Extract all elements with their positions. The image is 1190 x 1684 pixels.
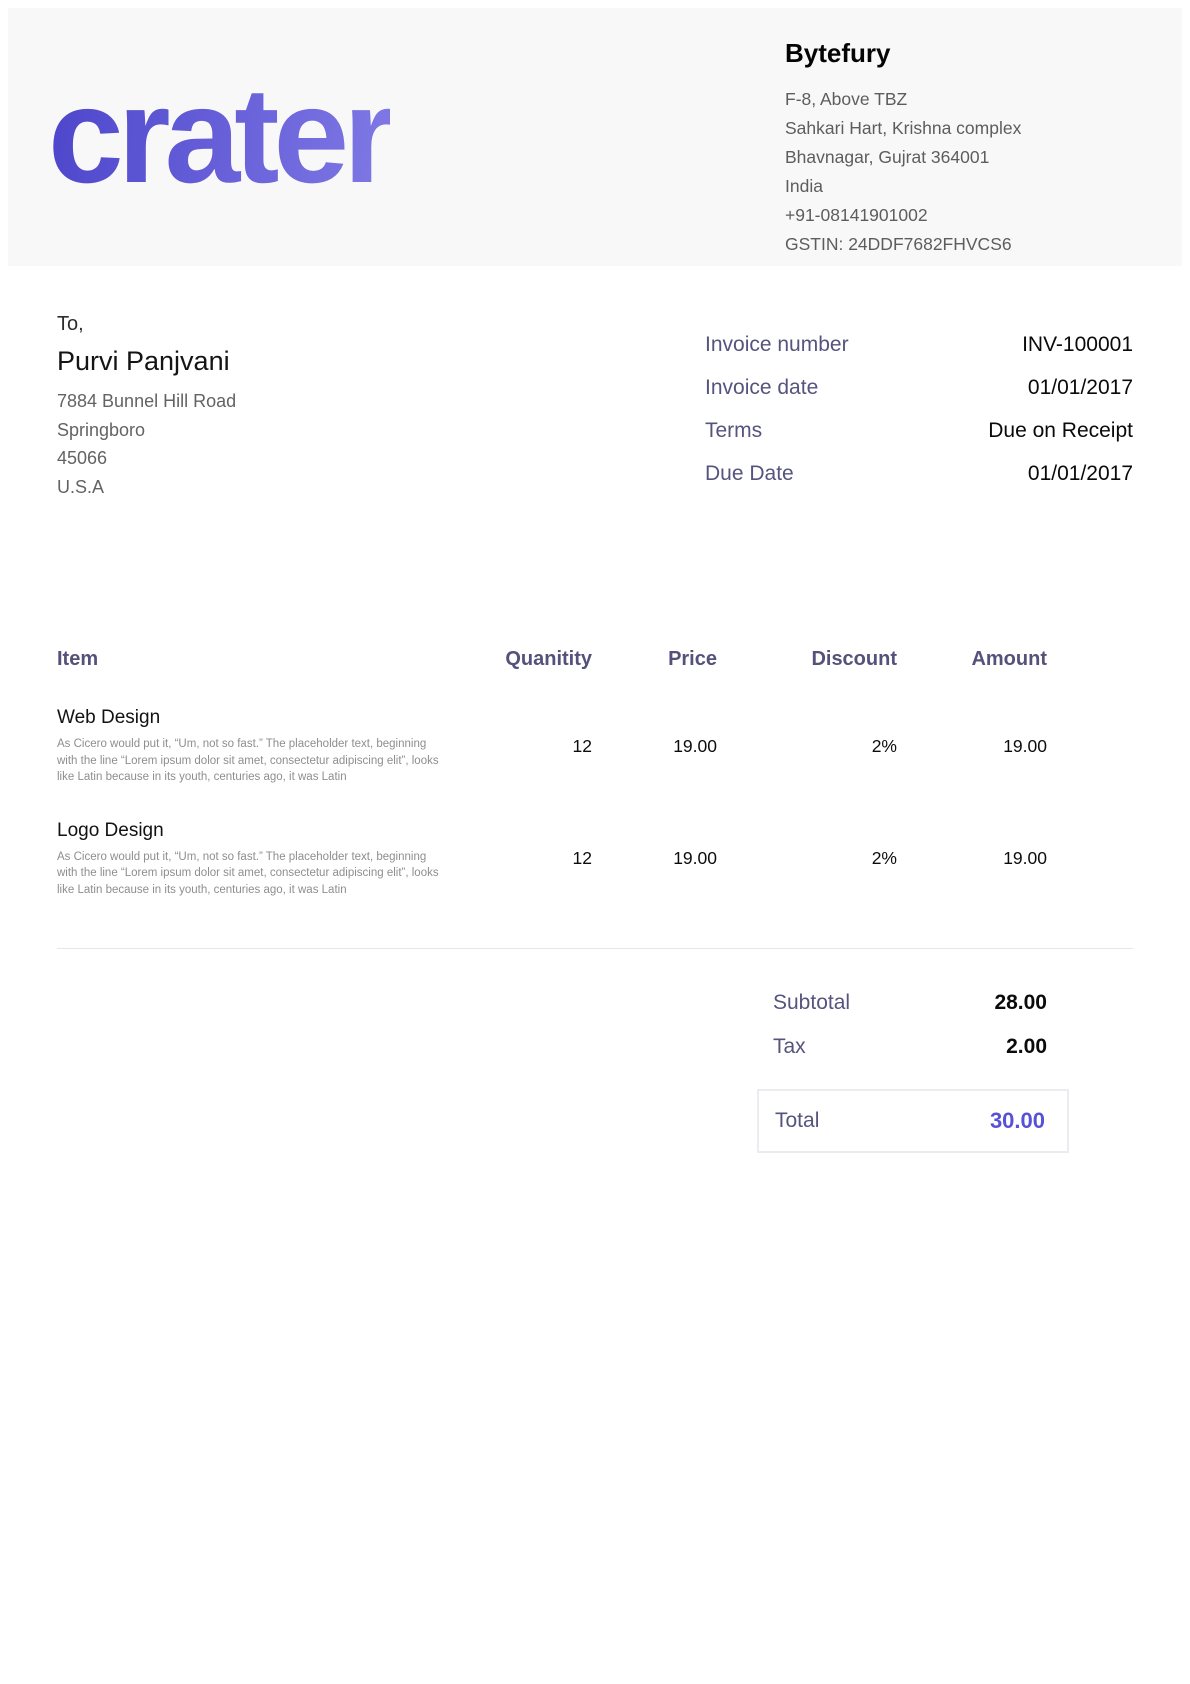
company-name: Bytefury <box>785 38 1165 69</box>
tax-value: 2.00 <box>1006 1035 1047 1059</box>
terms-label: Terms <box>705 419 762 443</box>
item-discount: 2% <box>717 736 897 757</box>
total-value: 30.00 <box>990 1108 1045 1134</box>
due-date-label: Due Date <box>705 462 794 486</box>
items-table: Item Quanitity Price Discount Amount Web… <box>57 648 1133 898</box>
customer-address-line: 45066 <box>57 444 236 473</box>
company-gstin: GSTIN: 24DDF7682FHVCS6 <box>785 230 1165 259</box>
item-description: As Cicero would put it, “Um, not so fast… <box>57 736 442 786</box>
subtotal-label: Subtotal <box>773 991 850 1015</box>
invoice-number-value: INV-100001 <box>1022 333 1133 357</box>
item-quantity: 12 <box>442 736 592 757</box>
company-address-line: F-8, Above TBZ <box>785 85 1165 114</box>
total-label: Total <box>775 1109 819 1133</box>
due-date-value: 01/01/2017 <box>1028 462 1133 486</box>
subtotal-value: 28.00 <box>994 991 1047 1015</box>
table-row: Logo Design As Cicero would put it, “Um,… <box>57 820 1047 899</box>
item-quantity: 12 <box>442 848 592 869</box>
invoice-number-row: Invoice number INV-100001 <box>705 333 1133 376</box>
invoice-date-row: Invoice date 01/01/2017 <box>705 376 1133 419</box>
company-phone: +91-08141901002 <box>785 201 1165 230</box>
customer-name: Purvi Panjvani <box>57 346 236 377</box>
customer-address-line: 7884 Bunnel Hill Road <box>57 387 236 416</box>
items-totals-divider <box>57 948 1133 949</box>
parties-section: To, Purvi Panjvani 7884 Bunnel Hill Road… <box>57 313 1133 508</box>
customer-address-line: Springboro <box>57 416 236 445</box>
column-header-price: Price <box>592 648 717 671</box>
invoice-body: To, Purvi Panjvani 7884 Bunnel Hill Road… <box>57 313 1133 1153</box>
company-address-line: Sahkari Hart, Krishna complex <box>785 114 1165 143</box>
item-name: Logo Design <box>57 820 442 842</box>
invoice-date-value: 01/01/2017 <box>1028 376 1133 400</box>
item-amount: 19.00 <box>897 848 1047 869</box>
item-discount: 2% <box>717 848 897 869</box>
table-row: Web Design As Cicero would put it, “Um, … <box>57 707 1047 786</box>
item-cell: Logo Design As Cicero would put it, “Um,… <box>57 820 442 899</box>
crater-logo: crater <box>48 64 390 207</box>
column-header-discount: Discount <box>717 648 897 671</box>
subtotal-row: Subtotal 28.00 <box>757 981 1069 1025</box>
tax-row: Tax 2.00 <box>757 1025 1069 1069</box>
bill-to-block: To, Purvi Panjvani 7884 Bunnel Hill Road… <box>57 313 236 508</box>
terms-row: Terms Due on Receipt <box>705 419 1133 462</box>
invoice-number-label: Invoice number <box>705 333 849 357</box>
item-description: As Cicero would put it, “Um, not so fast… <box>57 849 442 899</box>
item-price: 19.00 <box>592 848 717 869</box>
invoice-header-band: crater Bytefury F-8, Above TBZ Sahkari H… <box>8 8 1182 266</box>
invoice-date-label: Invoice date <box>705 376 818 400</box>
items-table-header: Item Quanitity Price Discount Amount <box>57 648 1047 671</box>
tax-label: Tax <box>773 1035 806 1059</box>
company-info: Bytefury F-8, Above TBZ Sahkari Hart, Kr… <box>785 38 1165 259</box>
column-header-quantity: Quanitity <box>442 648 592 671</box>
item-price: 19.00 <box>592 736 717 757</box>
invoice-meta-block: Invoice number INV-100001 Invoice date 0… <box>705 333 1133 508</box>
company-address-line: Bhavnagar, Gujrat 364001 <box>785 143 1165 172</box>
column-header-amount: Amount <box>897 648 1047 671</box>
company-address-line: India <box>785 172 1165 201</box>
totals-section: Subtotal 28.00 Tax 2.00 Total 30.00 <box>757 981 1069 1153</box>
due-date-row: Due Date 01/01/2017 <box>705 462 1133 505</box>
terms-value: Due on Receipt <box>988 419 1133 443</box>
total-box: Total 30.00 <box>757 1089 1069 1153</box>
item-amount: 19.00 <box>897 736 1047 757</box>
item-name: Web Design <box>57 707 442 729</box>
item-cell: Web Design As Cicero would put it, “Um, … <box>57 707 442 786</box>
column-header-item: Item <box>57 648 442 671</box>
bill-to-label: To, <box>57 313 236 336</box>
customer-address-line: U.S.A <box>57 473 236 502</box>
